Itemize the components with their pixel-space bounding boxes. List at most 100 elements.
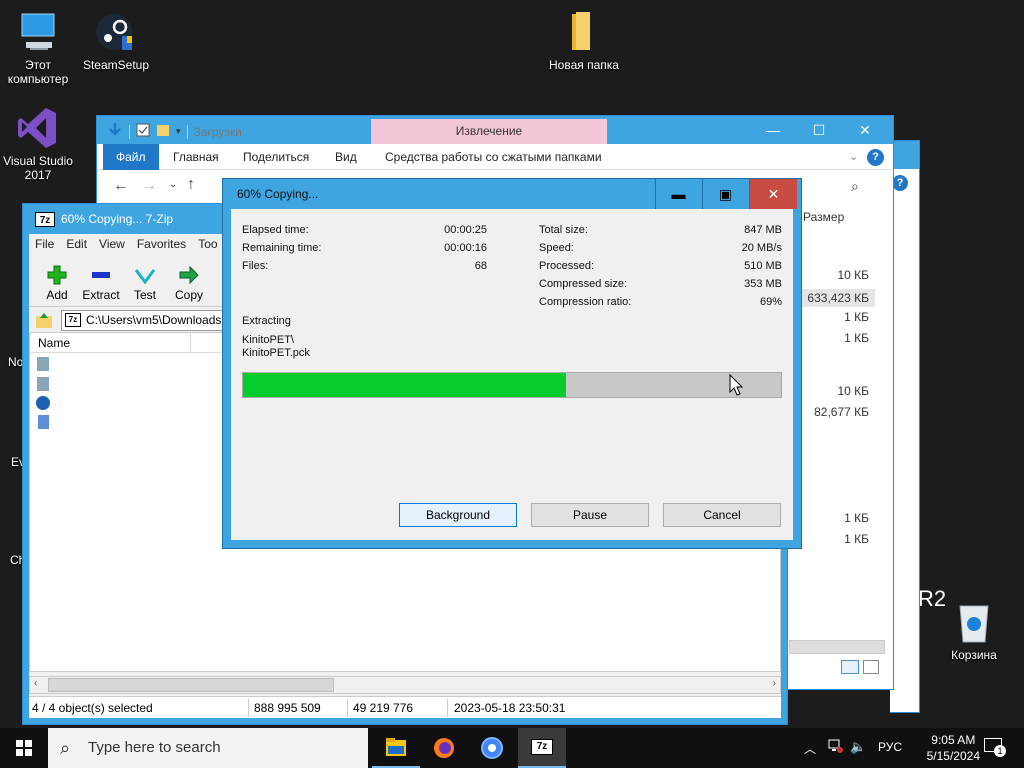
file-size: 10 КБ xyxy=(837,384,869,398)
column-header-size[interactable]: Размер xyxy=(803,210,844,224)
maximize-button[interactable]: ▣ xyxy=(702,179,748,209)
7zip-hscroll[interactable]: ‹ › xyxy=(29,676,781,694)
explorer-window-back[interactable]: ? xyxy=(890,140,920,713)
desktop-icon-recycle-bin[interactable]: Корзина xyxy=(936,600,1012,662)
list-item[interactable] xyxy=(38,415,49,429)
desktop-icon-label: Корзина xyxy=(951,648,997,662)
clock-time: 9:05 AM xyxy=(931,733,976,747)
tab-view[interactable]: Вид xyxy=(325,144,367,170)
clock-date: 5/15/2024 xyxy=(926,749,980,763)
add-button[interactable]: Add xyxy=(35,264,79,306)
desktop-icon-this-pc[interactable]: Этот компьютер xyxy=(0,10,76,86)
list-item[interactable] xyxy=(37,377,49,391)
tab-share[interactable]: Поделиться xyxy=(233,144,319,170)
test-button[interactable]: Test xyxy=(123,264,167,306)
dialog-body: Elapsed time: 00:00:25 Remaining time: 00:… xyxy=(231,209,793,540)
explorer-titlebar[interactable]: ▾ Загрузки Извлечение — ☐ ✕ xyxy=(97,116,893,144)
copy-button[interactable]: Copy xyxy=(167,264,211,306)
tray-clock[interactable]: 9:05 AM 5/15/2024 xyxy=(927,732,980,764)
ribbon-expand-icon[interactable]: ⌄ xyxy=(849,150,858,163)
desktop-icon-new-folder[interactable]: Новая папка xyxy=(546,10,622,72)
menu-edit[interactable]: Edit xyxy=(60,234,93,254)
file-size: 1 КБ xyxy=(844,511,869,525)
7zip-path-icon: 7z xyxy=(65,313,81,327)
pause-button[interactable]: Pause xyxy=(531,503,649,527)
help-icon[interactable]: ? xyxy=(867,149,884,166)
extract-button[interactable]: Extract xyxy=(79,264,123,306)
close-button[interactable]: ✕ xyxy=(749,179,797,209)
windows-icon xyxy=(16,740,32,756)
tab-compressed-tools[interactable]: Средства работы со сжатыми папками xyxy=(375,144,612,170)
tray-volume-icon[interactable]: 🔈 xyxy=(850,739,866,768)
menu-tools[interactable]: Too xyxy=(192,234,223,254)
details-view-icon[interactable] xyxy=(841,660,859,674)
os-watermark: R2 xyxy=(918,586,947,611)
start-button[interactable] xyxy=(0,728,48,768)
taskbar-firefox[interactable] xyxy=(420,728,468,768)
chevron-down-icon[interactable]: ▾ xyxy=(176,126,181,137)
list-item[interactable] xyxy=(36,396,50,410)
path-text: C:\Users\vm5\Downloads xyxy=(86,313,222,327)
minimize-button[interactable]: — xyxy=(750,116,796,144)
cancel-button[interactable]: Cancel xyxy=(663,503,781,527)
current-file-dir: KinitoPET\ xyxy=(242,334,294,346)
taskbar-file-explorer[interactable] xyxy=(372,728,420,768)
menu-favorites[interactable]: Favorites xyxy=(131,234,192,254)
taskbar-chrome[interactable] xyxy=(468,728,516,768)
firefox-icon xyxy=(434,738,454,758)
explorer-hscroll[interactable] xyxy=(789,640,885,654)
explorer-title-text: Загрузки xyxy=(193,124,242,139)
tab-home[interactable]: Главная xyxy=(163,144,229,170)
scroll-right-icon[interactable]: › xyxy=(773,678,776,689)
tab-file[interactable]: Файл xyxy=(103,144,159,170)
forward-icon[interactable]: → xyxy=(141,177,157,195)
notification-count: 1 xyxy=(994,745,1006,757)
list-item[interactable] xyxy=(37,357,49,371)
visual-studio-icon xyxy=(16,106,60,150)
minimize-button[interactable]: ▬ xyxy=(655,179,701,209)
checkmark-icon xyxy=(123,264,167,286)
current-file-name: KinitoPET.pck xyxy=(242,347,310,359)
context-tab-extract[interactable]: Извлечение xyxy=(371,119,607,144)
background-button[interactable]: Background xyxy=(399,503,517,527)
tray-network-icon[interactable] xyxy=(828,738,844,768)
taskbar-7zip[interactable]: 7z xyxy=(518,728,566,768)
7zip-statusbar: 4 / 4 object(s) selected 888 995 509 49 … xyxy=(29,696,781,718)
tray-show-hidden-icon[interactable]: ︿ xyxy=(804,740,816,768)
help-icon[interactable]: ? xyxy=(892,175,908,191)
action-center-icon[interactable]: 1 xyxy=(984,738,1006,757)
tray-language[interactable]: РУС xyxy=(878,740,902,768)
properties-icon[interactable] xyxy=(136,123,150,140)
file-size: 10 КБ xyxy=(837,268,869,282)
desktop-icon-steamsetup[interactable]: SteamSetup xyxy=(78,10,154,72)
folder-up-icon[interactable] xyxy=(35,311,53,329)
file-size: 1 КБ xyxy=(844,331,869,345)
scroll-left-icon[interactable]: ‹ xyxy=(34,678,37,689)
scroll-thumb[interactable] xyxy=(48,678,334,692)
up-icon[interactable]: ↑ xyxy=(187,176,195,194)
dialog-titlebar[interactable]: 60% Copying... ▬ ▣ ✕ xyxy=(223,179,801,209)
search-placeholder: Type here to search xyxy=(88,739,221,756)
file-size: 1 КБ xyxy=(844,310,869,324)
status-selected: 4 / 4 object(s) selected xyxy=(32,701,153,715)
menu-view[interactable]: View xyxy=(93,234,131,254)
recycle-bin-icon xyxy=(952,600,996,644)
recent-locations-icon[interactable]: ⌄ xyxy=(169,179,177,190)
menu-file[interactable]: File xyxy=(29,234,60,254)
back-icon[interactable]: ← xyxy=(113,177,129,195)
desktop-icon-visual-studio[interactable]: Visual Studio 2017 xyxy=(0,106,76,182)
copying-progress-dialog[interactable]: 60% Copying... ▬ ▣ ✕ Elapsed time: 00:00:… xyxy=(222,178,802,549)
thumbnails-view-icon[interactable] xyxy=(863,660,879,674)
desktop-icon-label: Этот компьютер xyxy=(7,58,69,86)
file-size: 82,677 КБ xyxy=(814,405,869,419)
close-button[interactable]: ✕ xyxy=(842,116,888,144)
taskbar-search-box[interactable]: ⌕ Type here to search xyxy=(48,728,368,768)
dialog-title: 60% Copying... xyxy=(237,187,319,201)
search-icon[interactable]: ⌕ xyxy=(851,178,859,195)
column-header-name[interactable]: Name xyxy=(38,336,70,350)
new-folder-icon[interactable] xyxy=(156,123,170,140)
maximize-button[interactable]: ☐ xyxy=(796,116,842,144)
ribbon-tabs: Файл Главная Поделиться Вид Средства раб… xyxy=(97,144,893,170)
taskbar: ⌕ Type here to search 7z ︿ 🔈 РУС 9:05 AM… xyxy=(0,728,1024,768)
progress-bar xyxy=(242,372,782,398)
